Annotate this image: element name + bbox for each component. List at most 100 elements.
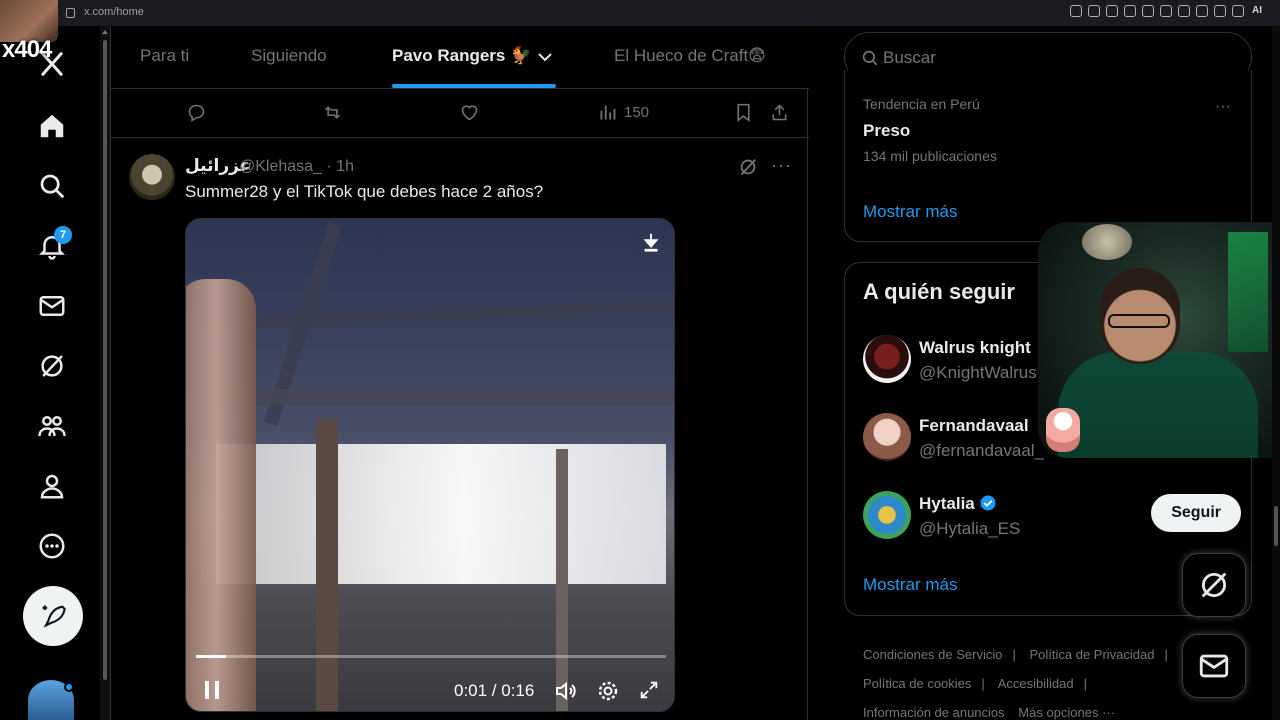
chevron-down-icon[interactable] bbox=[537, 49, 553, 65]
messages-floating-button[interactable] bbox=[1182, 634, 1246, 698]
zoom-icon[interactable] bbox=[1070, 5, 1082, 17]
tab-para-ti[interactable]: Para ti bbox=[140, 46, 189, 66]
user-name[interactable]: Walrus knight bbox=[919, 338, 1031, 358]
address-bar[interactable]: x.com/home bbox=[84, 6, 144, 18]
notifications-bell-icon[interactable]: 7 bbox=[30, 224, 74, 268]
tab-siguiendo[interactable]: Siguiendo bbox=[251, 46, 327, 66]
streamer-overlay-tag: x404 bbox=[2, 36, 52, 63]
trend-more-options[interactable]: ··· bbox=[1215, 98, 1231, 116]
play-icon[interactable] bbox=[1142, 5, 1154, 17]
previous-post-actions: 150 bbox=[111, 90, 809, 138]
account-status-dot bbox=[64, 682, 74, 692]
shield-icon[interactable] bbox=[1124, 5, 1136, 17]
lock-icon bbox=[66, 8, 75, 18]
page-scrollbar-thumb[interactable] bbox=[1274, 506, 1278, 546]
tweet-author-handle[interactable]: @Klehasa_ · 1h bbox=[239, 158, 354, 176]
webcam-person-body bbox=[1058, 352, 1258, 458]
footer-separator: | bbox=[1083, 676, 1087, 691]
footer-link-privacy[interactable]: Política de Privacidad bbox=[1029, 647, 1154, 662]
reply-button[interactable] bbox=[186, 102, 207, 123]
follow-suggestion[interactable]: Hytalia @Hytalia_ES Seguir bbox=[863, 491, 1241, 541]
footer-separator: | bbox=[981, 676, 985, 691]
footer-link-cookies[interactable]: Política de cookies bbox=[863, 676, 971, 691]
video-frame-post bbox=[316, 419, 338, 711]
footer-link-terms[interactable]: Condiciones de Servicio bbox=[863, 647, 1002, 662]
browser-extension-icons: AI bbox=[1070, 5, 1262, 17]
footer-link-more-options[interactable]: Más opciones ··· bbox=[1018, 705, 1115, 720]
webcam-background-light bbox=[1228, 232, 1268, 352]
bookmark-icon bbox=[737, 103, 750, 123]
lock-extension-icon[interactable] bbox=[1196, 5, 1208, 17]
grok-explain-icon[interactable] bbox=[737, 156, 759, 178]
communities-icon[interactable] bbox=[30, 404, 74, 448]
user-handle[interactable]: @fernandavaal_ bbox=[919, 441, 1044, 461]
grok-floating-button[interactable] bbox=[1182, 553, 1246, 617]
who-to-follow-title: A quién seguir bbox=[863, 279, 1015, 304]
download-icon[interactable] bbox=[1214, 5, 1226, 17]
heart-icon[interactable] bbox=[1160, 5, 1172, 17]
compose-post-button[interactable] bbox=[23, 586, 83, 646]
home-icon[interactable] bbox=[30, 104, 74, 148]
messages-envelope-icon[interactable] bbox=[30, 284, 74, 328]
share-button[interactable] bbox=[769, 102, 790, 123]
footer-link-accessibility[interactable]: Accesibilidad bbox=[998, 676, 1074, 691]
trends-show-more-link[interactable]: Mostrar más bbox=[863, 202, 957, 222]
bookmark-icon[interactable] bbox=[1106, 5, 1118, 17]
pin-icon[interactable] bbox=[1088, 5, 1100, 17]
views-button[interactable]: 150 bbox=[597, 102, 649, 123]
trends-card: Tendencia en Perú ··· Preso 134 mil publ… bbox=[844, 70, 1252, 242]
video-download-icon[interactable] bbox=[640, 231, 662, 253]
tab-pavo-rangers[interactable]: Pavo Rangers 🐓 bbox=[392, 46, 531, 66]
page-scrollbar[interactable] bbox=[1272, 26, 1280, 720]
envelope-icon bbox=[1199, 654, 1229, 678]
timeline-feed: Para ti Siguiendo Pavo Rangers 🐓 El Huec… bbox=[110, 26, 809, 720]
user-avatar[interactable] bbox=[863, 335, 911, 383]
user-name[interactable]: Hytalia bbox=[919, 494, 997, 514]
user-avatar[interactable] bbox=[863, 491, 911, 539]
follow-button[interactable]: Seguir bbox=[1151, 494, 1241, 532]
user-avatar[interactable] bbox=[863, 413, 911, 461]
bookmark-button[interactable] bbox=[733, 102, 754, 123]
search-input-placeholder[interactable]: Buscar bbox=[883, 48, 936, 68]
more-options-icon[interactable] bbox=[30, 524, 74, 568]
user-handle[interactable]: @KnightWalrus bbox=[919, 363, 1037, 383]
tag-icon[interactable] bbox=[1232, 5, 1244, 17]
video-time: 0:01 / 0:16 bbox=[454, 681, 535, 700]
video-progress-fill bbox=[196, 655, 226, 658]
feed-scrollbar[interactable] bbox=[100, 26, 110, 720]
scroll-up-arrow-icon[interactable] bbox=[102, 30, 108, 34]
who-to-follow-show-more-link[interactable]: Mostrar más bbox=[863, 575, 957, 595]
trend-location: Tendencia en Perú bbox=[863, 96, 980, 112]
user-name[interactable]: Fernandavaal bbox=[919, 416, 1029, 436]
like-button[interactable] bbox=[459, 102, 480, 123]
profile-icon[interactable] bbox=[30, 464, 74, 508]
fullscreen-icon[interactable] bbox=[638, 679, 660, 701]
verified-badge-icon bbox=[980, 495, 996, 511]
trend-post-count: 134 mil publicaciones bbox=[863, 148, 997, 164]
pause-icon[interactable] bbox=[202, 679, 222, 701]
footer-link-ads-info[interactable]: Información de anuncios bbox=[863, 705, 1005, 720]
video-progress-bar[interactable] bbox=[196, 655, 666, 658]
tweet-video-player[interactable]: 0:01 / 0:16 bbox=[185, 218, 675, 712]
feather-plus-icon bbox=[42, 605, 66, 628]
trend-topic[interactable]: Preso bbox=[863, 121, 910, 141]
grok-icon bbox=[1201, 572, 1227, 598]
repost-icon bbox=[324, 106, 341, 119]
explore-search-icon[interactable] bbox=[30, 164, 74, 208]
scrollbar-thumb[interactable] bbox=[103, 40, 107, 680]
tweet[interactable]: عزرائيل @Klehasa_ · 1h ··· Summer28 y el… bbox=[111, 138, 809, 720]
volume-icon[interactable] bbox=[554, 679, 578, 703]
user-handle[interactable]: @Hytalia_ES bbox=[919, 519, 1020, 539]
video-settings-gear-icon[interactable] bbox=[596, 679, 620, 703]
footer-separator: | bbox=[1012, 647, 1016, 662]
ai-extension-label[interactable]: AI bbox=[1252, 5, 1262, 17]
account-avatar[interactable] bbox=[28, 680, 74, 720]
tweet-text: Summer28 y el TikTok que debes hace 2 añ… bbox=[185, 182, 544, 201]
tab-el-hueco-de-craft[interactable]: El Hueco de Craft😨 bbox=[614, 46, 766, 66]
grok-icon[interactable] bbox=[30, 344, 74, 388]
left-navigation: 7 bbox=[0, 26, 100, 720]
extension-icon[interactable] bbox=[1178, 5, 1190, 17]
repost-button[interactable] bbox=[322, 102, 343, 123]
tweet-more-options[interactable]: ··· bbox=[771, 155, 792, 176]
tweet-author-avatar[interactable] bbox=[129, 154, 175, 200]
